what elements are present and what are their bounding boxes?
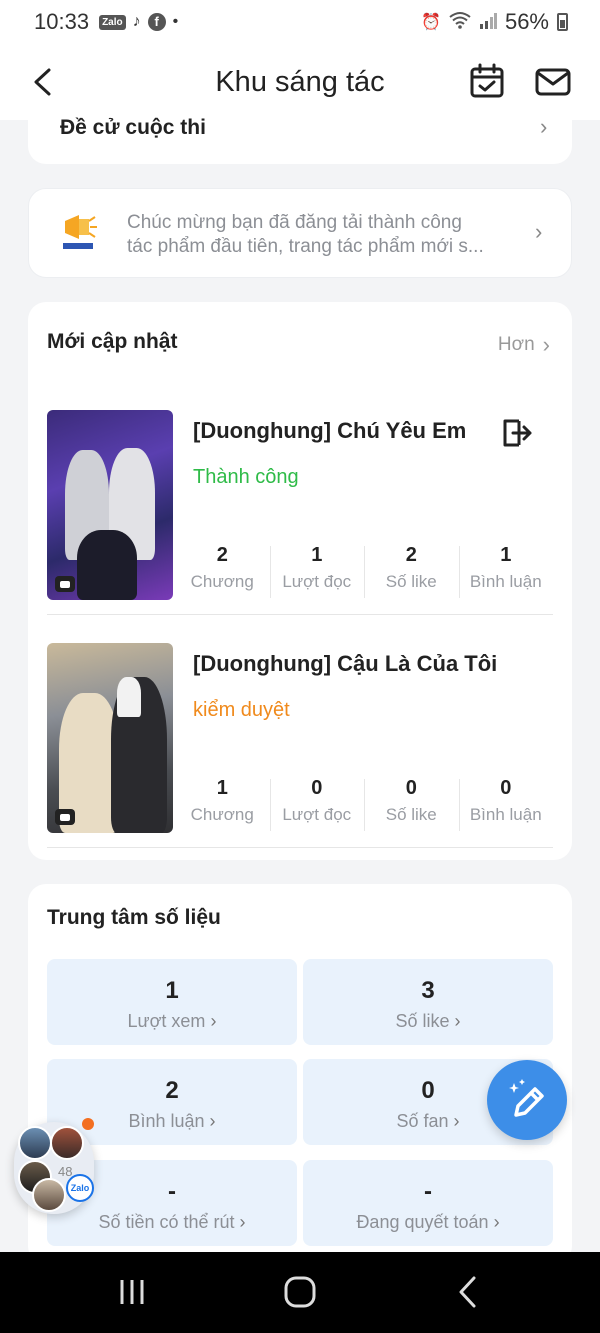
chevron-right-icon: › bbox=[210, 1011, 217, 1031]
chevron-right-icon: › bbox=[493, 1212, 500, 1232]
notice-line-2: tác phẩm đầu tiên, trang tác phẩm mới s.… bbox=[127, 236, 484, 257]
chevron-right-icon: › bbox=[453, 1111, 460, 1131]
mail-icon bbox=[535, 68, 571, 96]
data-center-section: Trung tâm số liệu 1 Lượt xem › 3 Số like… bbox=[28, 884, 572, 1264]
home-button[interactable] bbox=[270, 1272, 330, 1312]
work-status: Thành công bbox=[193, 466, 299, 488]
work-item[interactable]: [Duonghung] Cậu Là Của Tôi kiểm duyệt 1C… bbox=[47, 643, 553, 848]
more-notifications-dot-icon: • bbox=[172, 13, 179, 30]
stat-reads: 1 Lượt đọc bbox=[269, 544, 365, 600]
work-title: [Duonghung] Chú Yêu Em bbox=[193, 418, 467, 443]
tile-settling[interactable]: - Đang quyết toán › bbox=[303, 1160, 553, 1246]
pencil-sparkle-icon bbox=[509, 1079, 544, 1117]
comment-badge-icon bbox=[55, 809, 75, 825]
more-link[interactable]: Hơn › bbox=[498, 332, 550, 358]
more-label: Hơn bbox=[497, 334, 535, 355]
tiktok-notification-icon: ♪ bbox=[132, 13, 141, 30]
mail-button[interactable] bbox=[534, 62, 572, 100]
recent-apps-icon bbox=[120, 1280, 144, 1304]
notice-line-1: Chúc mừng bạn đã đăng tải thành công bbox=[127, 212, 462, 233]
avatar bbox=[32, 1178, 66, 1212]
tile-label: Đang quyết toán bbox=[356, 1212, 489, 1232]
back-arrow-icon bbox=[34, 68, 51, 96]
work-stats: 1 Chương 0 Lượt đọc 0 Số like 0 Bình luận bbox=[175, 777, 553, 833]
tile-views[interactable]: 1 Lượt xem › bbox=[47, 959, 297, 1045]
megaphone-icon bbox=[59, 209, 99, 253]
chevron-right-icon: › bbox=[454, 1011, 461, 1031]
zalo-chat-bubble[interactable]: 48 Zalo bbox=[14, 1118, 94, 1214]
comment-badge-icon bbox=[55, 576, 75, 592]
contest-label: Đề cử cuộc thi bbox=[60, 116, 206, 139]
chevron-right-icon: › bbox=[542, 332, 550, 357]
stat-comments: 0 Bình luận bbox=[458, 777, 554, 833]
section-title: Trung tâm số liệu bbox=[47, 906, 221, 929]
work-cover-image bbox=[47, 643, 173, 833]
back-button[interactable] bbox=[22, 62, 62, 102]
recent-apps-button[interactable] bbox=[102, 1272, 162, 1312]
stat-reads: 0 Lượt đọc bbox=[269, 777, 365, 833]
wifi-icon bbox=[449, 11, 471, 34]
page-title: Khu sáng tác bbox=[215, 65, 385, 98]
home-icon bbox=[284, 1276, 316, 1308]
status-bar: 10:33 Zalo ♪ f • ⏰ 56% bbox=[0, 0, 600, 44]
chevron-right-icon: › bbox=[209, 1111, 216, 1131]
avatar bbox=[18, 1126, 52, 1160]
zalo-logo: Zalo bbox=[66, 1174, 94, 1202]
tile-value: 3 bbox=[421, 977, 435, 1004]
tile-likes[interactable]: 3 Số like › bbox=[303, 959, 553, 1045]
tile-value: - bbox=[424, 1178, 432, 1205]
work-title: [Duonghung] Cậu Là Của Tôi bbox=[193, 651, 498, 676]
calendar-check-icon bbox=[470, 63, 504, 98]
work-stats: 2 Chương 1 Lượt đọc 2 Số like 1 Bình luận bbox=[175, 544, 553, 600]
calendar-button[interactable] bbox=[468, 62, 506, 100]
first-work-notice[interactable]: Chúc mừng bạn đã đăng tải thành công tác… bbox=[28, 188, 572, 278]
battery-icon bbox=[557, 13, 568, 31]
stat-likes: 0 Số like bbox=[364, 777, 459, 833]
tile-label: Số fan bbox=[396, 1111, 449, 1131]
work-cover-image bbox=[47, 410, 173, 600]
stat-comments: 1 Bình luận bbox=[458, 544, 554, 600]
section-title: Mới cập nhật bbox=[47, 330, 178, 353]
contest-nominations-row[interactable]: Đề cử cuộc thi › bbox=[28, 104, 572, 164]
tile-value: 2 bbox=[165, 1077, 179, 1104]
signal-icon bbox=[479, 9, 497, 35]
tile-comments[interactable]: 2 Bình luận › bbox=[47, 1059, 297, 1145]
work-status: kiểm duyệt bbox=[193, 699, 290, 721]
tile-value: 1 bbox=[165, 977, 179, 1004]
avatar bbox=[50, 1126, 84, 1160]
write-fab-button[interactable] bbox=[487, 1060, 567, 1140]
chevron-right-icon: › bbox=[535, 219, 543, 244]
system-back-button[interactable] bbox=[438, 1272, 498, 1312]
chevron-right-icon: › bbox=[239, 1212, 246, 1232]
tile-label: Số tiền có thể rút bbox=[98, 1212, 235, 1232]
unread-dot bbox=[82, 1118, 94, 1130]
stat-likes: 2 Số like bbox=[364, 544, 459, 600]
tile-label: Số like bbox=[395, 1011, 450, 1031]
battery-percent: 56% bbox=[504, 9, 549, 34]
export-icon[interactable] bbox=[499, 416, 533, 450]
recent-updates-section: Mới cập nhật Hơn › [Duonghung] Chú Yêu E… bbox=[28, 302, 572, 860]
back-chevron-icon bbox=[459, 1276, 476, 1308]
chevron-right-icon: › bbox=[540, 114, 548, 139]
tile-label: Lượt xem bbox=[127, 1011, 206, 1031]
system-nav-bar bbox=[0, 1252, 600, 1333]
zalo-notification-icon: Zalo bbox=[99, 14, 126, 30]
work-item[interactable]: [Duonghung] Chú Yêu Em Thành công 2 Chươn… bbox=[47, 410, 553, 615]
tile-label: Bình luận bbox=[128, 1111, 205, 1131]
notice-text: Chúc mừng bạn đã đăng tải thành công tác… bbox=[127, 211, 517, 259]
alarm-icon: ⏰ bbox=[421, 14, 441, 31]
facebook-notification-icon: f bbox=[147, 13, 166, 31]
stat-chapters: 2 Chương bbox=[190, 544, 254, 591]
stat-chapters: 1 Chương bbox=[190, 777, 254, 824]
status-time: 10:33 bbox=[34, 9, 90, 34]
